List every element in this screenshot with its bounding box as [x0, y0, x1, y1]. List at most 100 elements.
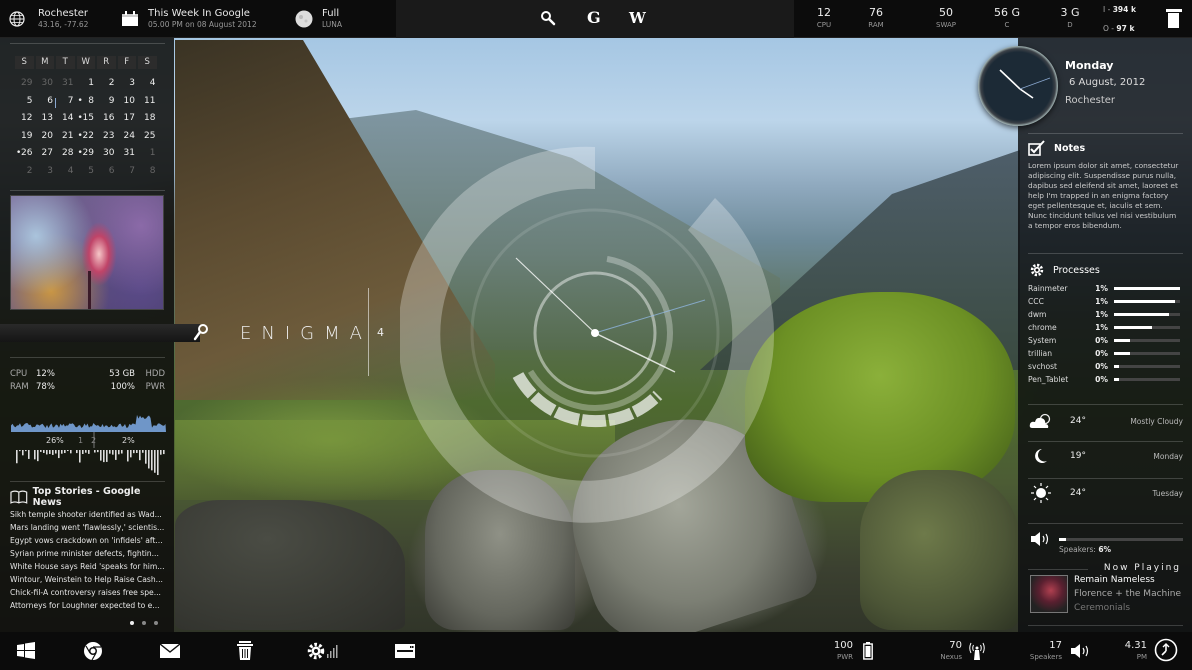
- calendar-day[interactable]: 10: [118, 96, 139, 106]
- news-item[interactable]: Mars landing went 'flawlessly,' scientis…: [10, 521, 170, 534]
- clock-minute-hand: [1019, 88, 1034, 99]
- calendar-day[interactable]: 2: [15, 166, 36, 176]
- calendar-day[interactable]: 1: [77, 78, 98, 88]
- news-item[interactable]: Sikh temple shooter identified as Wad...: [10, 508, 170, 521]
- calendar-day[interactable]: 8: [77, 96, 98, 106]
- wifi-stat: 70 Nexus: [932, 640, 962, 662]
- calendar-day[interactable]: 7: [56, 96, 77, 106]
- location-widget[interactable]: Rochester 43.16, -77.62: [8, 0, 88, 38]
- process-row: chrome 1%: [1028, 321, 1183, 334]
- clock-icon[interactable]: [1154, 638, 1178, 662]
- calendar-day[interactable]: 6: [97, 166, 118, 176]
- search-icon[interactable]: [540, 10, 556, 26]
- calendar-day[interactable]: 4: [56, 166, 77, 176]
- calendar-day[interactable]: 2: [97, 78, 118, 88]
- calendar-day[interactable]: 23: [97, 131, 118, 141]
- pagination-dot[interactable]: [142, 621, 146, 625]
- speaker-icon[interactable]: [1030, 532, 1052, 546]
- launcher-search-bar[interactable]: [0, 324, 200, 342]
- calendar-day[interactable]: 3: [36, 166, 57, 176]
- speakers-label: Speakers: [1029, 653, 1062, 661]
- calendar-day[interactable]: 15: [77, 113, 98, 123]
- calendar-day[interactable]: 14: [56, 113, 77, 123]
- calendar-day[interactable]: 30: [36, 78, 57, 88]
- news-item[interactable]: Wintour, Weinstein to Help Raise Cash...: [10, 573, 170, 586]
- album-art[interactable]: [1030, 575, 1068, 613]
- calendar-day[interactable]: 21: [56, 131, 77, 141]
- search-icon[interactable]: [193, 323, 209, 341]
- analog-clock: [978, 46, 1058, 126]
- calendar-day-today[interactable]: 6: [36, 96, 57, 108]
- notes-title: Notes: [1054, 142, 1086, 154]
- calendar-day[interactable]: 31: [56, 78, 77, 88]
- calendar-day[interactable]: 26: [15, 148, 36, 158]
- windows-icon[interactable]: [16, 640, 36, 662]
- calendar-day[interactable]: 13: [36, 113, 57, 123]
- process-bar: [1114, 365, 1180, 368]
- calendar-day[interactable]: 18: [138, 113, 159, 123]
- notes-body[interactable]: Lorem ipsum dolor sit amet, consectetur …: [1028, 161, 1183, 231]
- calendar-day[interactable]: 7: [118, 166, 139, 176]
- news-item[interactable]: Attorneys for Loughner expected to e...: [10, 599, 170, 612]
- chrome-icon[interactable]: [83, 640, 103, 662]
- pagination-dot[interactable]: [130, 621, 134, 625]
- process-name: trillian: [1028, 349, 1053, 358]
- calendar-weekday-header: S: [138, 56, 157, 70]
- network-in-value: 394 k: [1112, 5, 1136, 14]
- book-icon: [10, 490, 28, 504]
- battery-icon[interactable]: [863, 640, 873, 662]
- google-search-button[interactable]: G: [587, 8, 601, 27]
- core2-bar: [94, 450, 96, 453]
- calendar-day[interactable]: 31: [118, 148, 139, 158]
- settings-icon[interactable]: [306, 640, 340, 662]
- calendar-day[interactable]: 22: [77, 131, 98, 141]
- process-percent: 0%: [1095, 375, 1108, 384]
- moon-label: LUNA: [322, 20, 343, 29]
- trash-icon[interactable]: [237, 640, 253, 662]
- calendar-day[interactable]: 20: [36, 131, 57, 141]
- calendar-day[interactable]: 9: [97, 96, 118, 106]
- calendar-day[interactable]: 19: [15, 131, 36, 141]
- news-item[interactable]: White House says Reid 'speaks for him...: [10, 560, 170, 573]
- recycle-bin-icon[interactable]: [1166, 8, 1182, 28]
- calendar-day[interactable]: 5: [15, 96, 36, 106]
- calendar-day[interactable]: 27: [36, 148, 57, 158]
- calendar-day[interactable]: 11: [138, 96, 159, 106]
- drive-icon[interactable]: [395, 640, 415, 662]
- calendar-day[interactable]: 30: [97, 148, 118, 158]
- top-bar: Rochester 43.16, -77.62 This Week In Goog…: [0, 0, 1192, 38]
- calendar-day[interactable]: 29: [15, 78, 36, 88]
- calendar-day[interactable]: 28: [56, 148, 77, 158]
- volume-slider[interactable]: [1059, 538, 1183, 541]
- mail-icon[interactable]: [160, 640, 180, 662]
- calendar-day[interactable]: 4: [138, 78, 159, 88]
- core2-bar: [112, 450, 114, 455]
- calendar-day[interactable]: 17: [118, 113, 139, 123]
- pagination-dot[interactable]: [154, 621, 158, 625]
- core2-bar: [154, 450, 156, 473]
- photo-frame[interactable]: [10, 195, 164, 310]
- calendar-day[interactable]: 24: [118, 131, 139, 141]
- calendar-event-widget[interactable]: This Week In Google 05.00 PM on 08 August…: [121, 0, 257, 38]
- calendar-day[interactable]: 8: [138, 166, 159, 176]
- news-item[interactable]: Chick-fil-A controversy raises free spe.…: [10, 586, 170, 599]
- calendar-day[interactable]: 16: [97, 113, 118, 123]
- speaker-icon[interactable]: [1070, 640, 1090, 662]
- calendar-day[interactable]: 5: [77, 166, 98, 176]
- calendar-day[interactable]: 3: [118, 78, 139, 88]
- news-item[interactable]: Egypt vows crackdown on 'infidels' aft..…: [10, 534, 170, 547]
- news-header[interactable]: Top Stories - Google News: [10, 486, 170, 508]
- calendar-day[interactable]: 25: [138, 131, 159, 141]
- moon-phase-widget[interactable]: Full LUNA: [295, 0, 342, 38]
- core2-bar: [34, 450, 36, 460]
- calendar-day[interactable]: 12: [15, 113, 36, 123]
- notes-widget[interactable]: Notes Lorem ipsum dolor sit amet, consec…: [1028, 140, 1183, 231]
- wikipedia-search-button[interactable]: W: [629, 9, 646, 27]
- wifi-icon[interactable]: [968, 640, 986, 662]
- calendar-day[interactable]: 1: [138, 148, 159, 158]
- core2-bar: [40, 450, 42, 452]
- core2-bar: [43, 450, 45, 453]
- calendar-day[interactable]: 29: [77, 148, 98, 158]
- news-item[interactable]: Syrian prime minister defects, fightin..…: [10, 547, 170, 560]
- process-name: CCC: [1028, 297, 1044, 306]
